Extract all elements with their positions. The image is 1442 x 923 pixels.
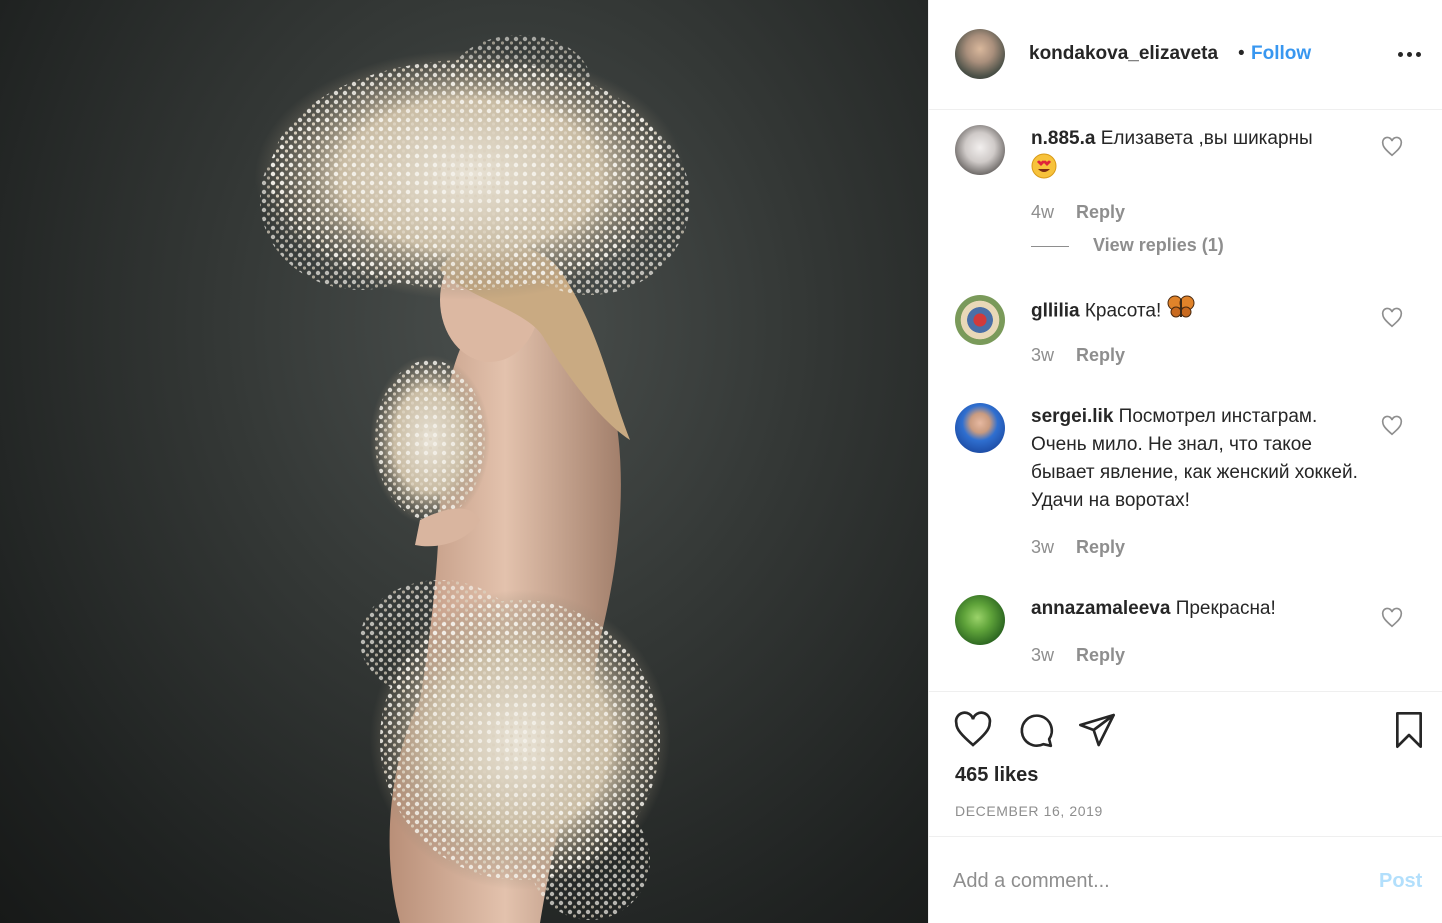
commenter-username[interactable]: gllilia [1031,301,1080,322]
add-comment-bar: Post [929,838,1442,923]
commenter-username[interactable]: annazamaleeva [1031,598,1170,619]
commenter-avatar[interactable] [955,595,1005,645]
comment-age: 3w [1031,345,1055,365]
heart-icon[interactable] [953,710,993,750]
post-date: DECEMBER 16, 2019 [955,803,1103,819]
more-horizontal-icon[interactable] [1395,40,1425,68]
heart-eyes-emoji [1031,153,1057,188]
post-photo[interactable] [0,0,928,923]
comment-meta: 3w Reply [1031,537,1125,558]
replies-divider-line [1031,245,1069,247]
comment-text: Красота! [1084,300,1162,322]
commenter-username[interactable]: sergei.lik [1031,406,1113,427]
comment-text-block: annazamaleeva Прекрасна! [1031,595,1361,623]
comment-age: 3w [1031,537,1055,557]
reply-button[interactable]: Reply [1076,345,1125,365]
like-comment-heart-icon[interactable] [1381,136,1403,158]
view-replies-label: View replies (1) [1093,235,1224,255]
comment-meta: 4w Reply [1031,202,1125,223]
share-icon[interactable] [1077,710,1117,750]
reply-button[interactable]: Reply [1076,645,1125,665]
comment-text-block: sergei.lik Посмотрел инстаграм. Очень ми… [1031,403,1361,515]
post-header: kondakova_elizaveta • Follow [929,0,1442,110]
photo-illustration [255,35,690,923]
comment-text: Прекрасна! [1175,598,1276,619]
butterfly-emoji [1167,295,1195,328]
author-avatar[interactable] [955,29,1005,79]
comment-age: 4w [1031,202,1055,222]
add-comment-input[interactable] [953,866,1353,896]
comments-list[interactable]: n.885.a Елизавета ,вы шикарны 4w Reply Vi… [929,111,1442,691]
follow-button[interactable]: Follow [1251,43,1311,65]
like-comment-heart-icon[interactable] [1381,307,1403,329]
comment-text-block: n.885.a Елизавета ,вы шикарны [1031,125,1361,188]
comment-text: Елизавета ,вы шикарны [1100,128,1313,149]
view-replies-button[interactable]: View replies (1) [1031,235,1224,256]
header-separator: • [1238,43,1245,64]
commenter-avatar[interactable] [955,403,1005,453]
like-comment-heart-icon[interactable] [1381,607,1403,629]
comment-meta: 3w Reply [1031,645,1125,666]
author-username[interactable]: kondakova_elizaveta [1029,43,1218,65]
commenter-username[interactable]: n.885.a [1031,128,1095,149]
comment-age: 3w [1031,645,1055,665]
comment-meta: 3w Reply [1031,345,1125,366]
commenter-avatar[interactable] [955,295,1005,345]
post-comment-button[interactable]: Post [1379,870,1422,893]
commenter-avatar[interactable] [955,125,1005,175]
like-comment-heart-icon[interactable] [1381,415,1403,437]
comment-icon[interactable] [1015,710,1055,750]
reply-button[interactable]: Reply [1076,202,1125,222]
likes-count[interactable]: 465 likes [955,764,1038,787]
comment-text-block: gllilia Красота! [1031,295,1361,328]
post-details-panel: kondakova_elizaveta • Follow n.885.a Ели… [928,0,1442,923]
bookmark-icon[interactable] [1389,710,1429,750]
reply-button[interactable]: Reply [1076,537,1125,557]
post-actions: 465 likes DECEMBER 16, 2019 [929,691,1442,837]
